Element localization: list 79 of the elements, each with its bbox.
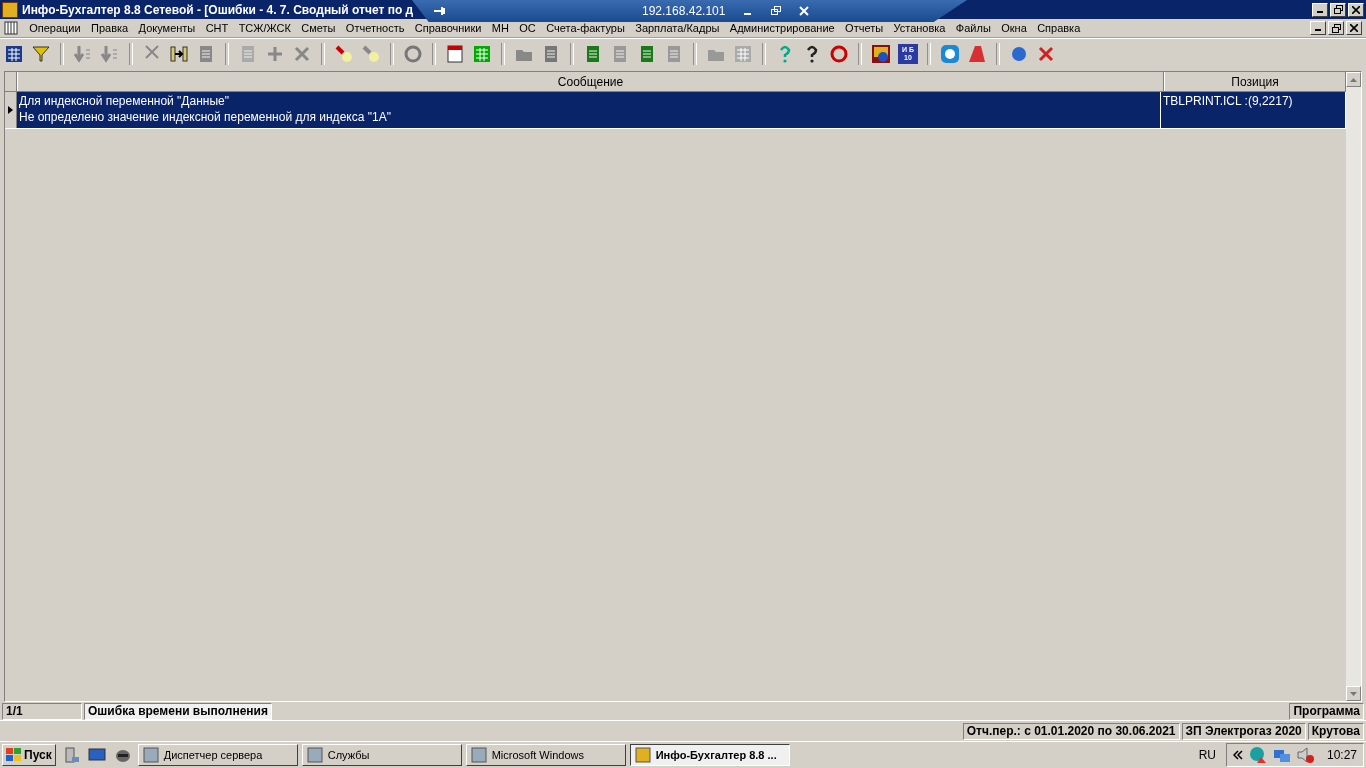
app-icon (2, 1, 18, 18)
info-panel: ЗП Электрогаз 2020 (1181, 722, 1306, 740)
scrollbar[interactable] (1346, 72, 1361, 701)
minimize-button[interactable] (1310, 21, 1326, 35)
remote-icon[interactable] (940, 44, 960, 64)
remote-address: 192.168.42.101 (642, 4, 726, 18)
scroll-down-icon[interactable] (1350, 691, 1357, 696)
menu-item[interactable]: Справочники (409, 22, 487, 34)
window-icon (142, 747, 159, 763)
menu-item[interactable]: Файлы (950, 22, 996, 34)
arrows-icon[interactable] (169, 44, 189, 64)
menu-item[interactable]: Зарплата/Кадры (630, 22, 725, 34)
mode-indicator: Программа (1289, 702, 1364, 720)
record-counter: 1/1 (2, 702, 82, 720)
taskbar-button[interactable]: Инфо-Бухгалтер 8.8 ... (629, 744, 790, 766)
window-icon (470, 747, 487, 763)
restore-button[interactable] (1328, 21, 1344, 35)
taskbar-button[interactable]: Диспетчер сервера (137, 744, 298, 766)
start-button[interactable]: Пуск (2, 744, 56, 766)
pin-icon[interactable] (434, 6, 446, 16)
info-panel: Отч.пер.: с 01.01.2020 по 30.06.2021 (962, 722, 1180, 740)
close-icon[interactable] (799, 6, 810, 16)
expand-tray-icon[interactable] (1232, 750, 1243, 760)
monitor-icon[interactable] (87, 746, 106, 764)
restore-button[interactable] (1330, 2, 1346, 17)
menu-item[interactable]: ТСЖ/ЖСК (233, 22, 297, 34)
menu-item[interactable]: Отчетность (340, 22, 410, 34)
clock: 10:27 (1326, 748, 1357, 762)
table-row[interactable]: Для индексной переменной "Данные" Не определено значение индексной переменной для индекса "1А" TBLPRINT.ICL :(9,2217) (5, 92, 1346, 129)
muted-speaker-icon[interactable] (1296, 746, 1315, 764)
menu-item[interactable]: Администрирование (724, 22, 840, 34)
close-icon (1350, 24, 1358, 32)
close-button[interactable] (1348, 2, 1364, 17)
cross-icon[interactable] (292, 44, 312, 64)
flashlight-icon[interactable] (334, 44, 354, 64)
menu-item[interactable]: Сметы (296, 22, 341, 34)
menu-item[interactable]: Документы (133, 22, 201, 34)
windows-logo-icon (6, 748, 22, 762)
menu-item[interactable]: Операции (24, 22, 86, 34)
filter-icon[interactable] (31, 44, 51, 64)
minimize-icon (1315, 29, 1321, 31)
antivirus-icon[interactable] (1248, 746, 1267, 764)
column-header[interactable]: Позиция (1164, 72, 1346, 91)
menu-item[interactable]: Справка (1031, 22, 1086, 34)
table-icon[interactable] (4, 44, 24, 64)
scroll-up-icon[interactable] (1350, 77, 1357, 82)
sort-down-icon[interactable] (73, 44, 93, 64)
menu-item[interactable]: Отчеты (839, 22, 889, 34)
flashlight-icon[interactable] (361, 44, 381, 64)
info-panel: Крутова (1307, 722, 1364, 740)
menu-item[interactable]: Правка (85, 22, 134, 34)
restore-icon[interactable] (771, 6, 782, 16)
close-icon (1352, 5, 1360, 14)
menu-item[interactable]: Установка (888, 22, 951, 34)
calendar-icon[interactable] (445, 44, 465, 64)
current-row-icon (8, 106, 13, 114)
menu-item[interactable]: МН (486, 22, 515, 34)
status-message: Ошибка времени выполнения (84, 702, 272, 720)
calculator-icon[interactable] (472, 44, 492, 64)
app-icon[interactable] (871, 44, 891, 64)
minimize-button[interactable] (1312, 2, 1328, 17)
taskbar-button[interactable]: Службы (301, 744, 462, 766)
minimize-icon (1317, 10, 1323, 13)
calculator-icon[interactable] (733, 44, 753, 64)
menu-item[interactable]: ОС (514, 22, 541, 34)
window-icon (634, 747, 651, 763)
window-title: Инфо-Бухгалтер 8.8 Сетевой - [Ошибки - 4. 7. Сводный отчет по д (22, 2, 414, 17)
message-text: Не определено значение индексной переменной для индекса "1А" (19, 109, 392, 125)
menu-item[interactable]: Счета-фактуры (541, 22, 631, 34)
menu-item[interactable]: Окна (996, 22, 1032, 34)
column-header[interactable]: Сообщение (17, 72, 1164, 91)
close-button[interactable] (1346, 21, 1362, 35)
menu-item[interactable]: СНТ (200, 22, 234, 34)
language-indicator[interactable]: RU (1198, 748, 1216, 762)
window-icon (306, 747, 323, 763)
plus-icon[interactable] (265, 44, 285, 64)
message-text: Для индексной переменной "Данные" (19, 93, 230, 109)
position-text: TBLPRINT.ICL :(9,2217) (1163, 93, 1294, 109)
taskbar-button[interactable]: Microsoft Windows (465, 744, 626, 766)
